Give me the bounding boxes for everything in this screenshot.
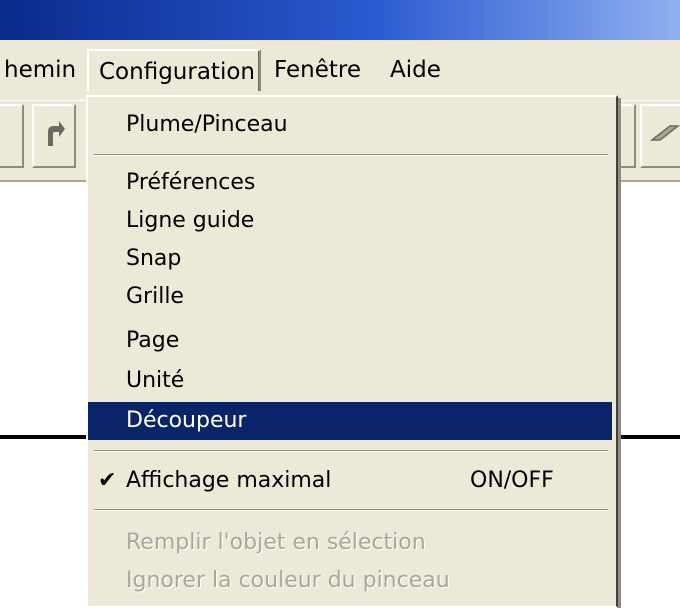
menu-item-label: Unité <box>126 368 185 393</box>
menu-aide[interactable]: Aide <box>380 49 451 91</box>
menu-item-snap[interactable]: Snap <box>88 241 612 277</box>
menu-item-label: Ignorer la couleur du pinceau <box>126 568 450 593</box>
menu-item-label: Page <box>126 328 180 353</box>
menu-item-label: Plume/Pinceau <box>126 112 288 137</box>
menu-separator <box>94 450 608 452</box>
menu-item-label: Découpeur <box>126 408 247 433</box>
menu-item-preferences[interactable]: Préférences <box>88 165 612 201</box>
title-bar <box>0 0 680 40</box>
menu-item-grille[interactable]: Grille <box>88 279 612 315</box>
pen-icon <box>650 125 680 141</box>
menu-item-decoupeur[interactable]: Découpeur <box>88 402 612 440</box>
toolbar-button-redo[interactable] <box>32 104 76 168</box>
menu-item-label: Affichage maximal <box>126 468 332 493</box>
menu-chemin[interactable]: hemin <box>0 49 86 91</box>
menu-configuration[interactable]: Configuration <box>87 49 261 91</box>
menu-item-label: Remplir l'objet en sélection <box>126 530 426 555</box>
redo-icon <box>48 121 65 146</box>
checkmark-icon: ✔ <box>98 468 117 493</box>
menu-item-plume-pinceau[interactable]: Plume/Pinceau <box>88 107 612 143</box>
menu-item-label: Préférences <box>126 170 256 195</box>
menu-item-unite[interactable]: Unité <box>88 363 612 399</box>
menu-item-ignorer-couleur: Ignorer la couleur du pinceau <box>88 563 612 599</box>
toolbar-button-pen[interactable] <box>640 104 680 168</box>
menu-item-ligne-guide[interactable]: Ligne guide <box>88 203 612 239</box>
menu-separator <box>94 509 608 511</box>
configuration-dropdown-menu: Plume/Pinceau Préférences Ligne guide Sn… <box>86 95 618 608</box>
menu-item-label: Snap <box>126 246 182 271</box>
menu-item-page[interactable]: Page <box>88 323 612 359</box>
menu-fenetre[interactable]: Fenêtre <box>264 49 371 91</box>
menu-item-shortcut: ON/OFF <box>470 468 554 493</box>
menu-item-label: Ligne guide <box>126 208 255 233</box>
menu-item-remplir-objet: Remplir l'objet en sélection <box>88 525 612 561</box>
menu-separator <box>94 154 608 156</box>
menu-item-affichage-maximal[interactable]: ✔ Affichage maximal ON/OFF <box>88 463 612 499</box>
menu-item-label: Grille <box>126 284 184 309</box>
toolbar-button-left[interactable] <box>0 104 24 168</box>
